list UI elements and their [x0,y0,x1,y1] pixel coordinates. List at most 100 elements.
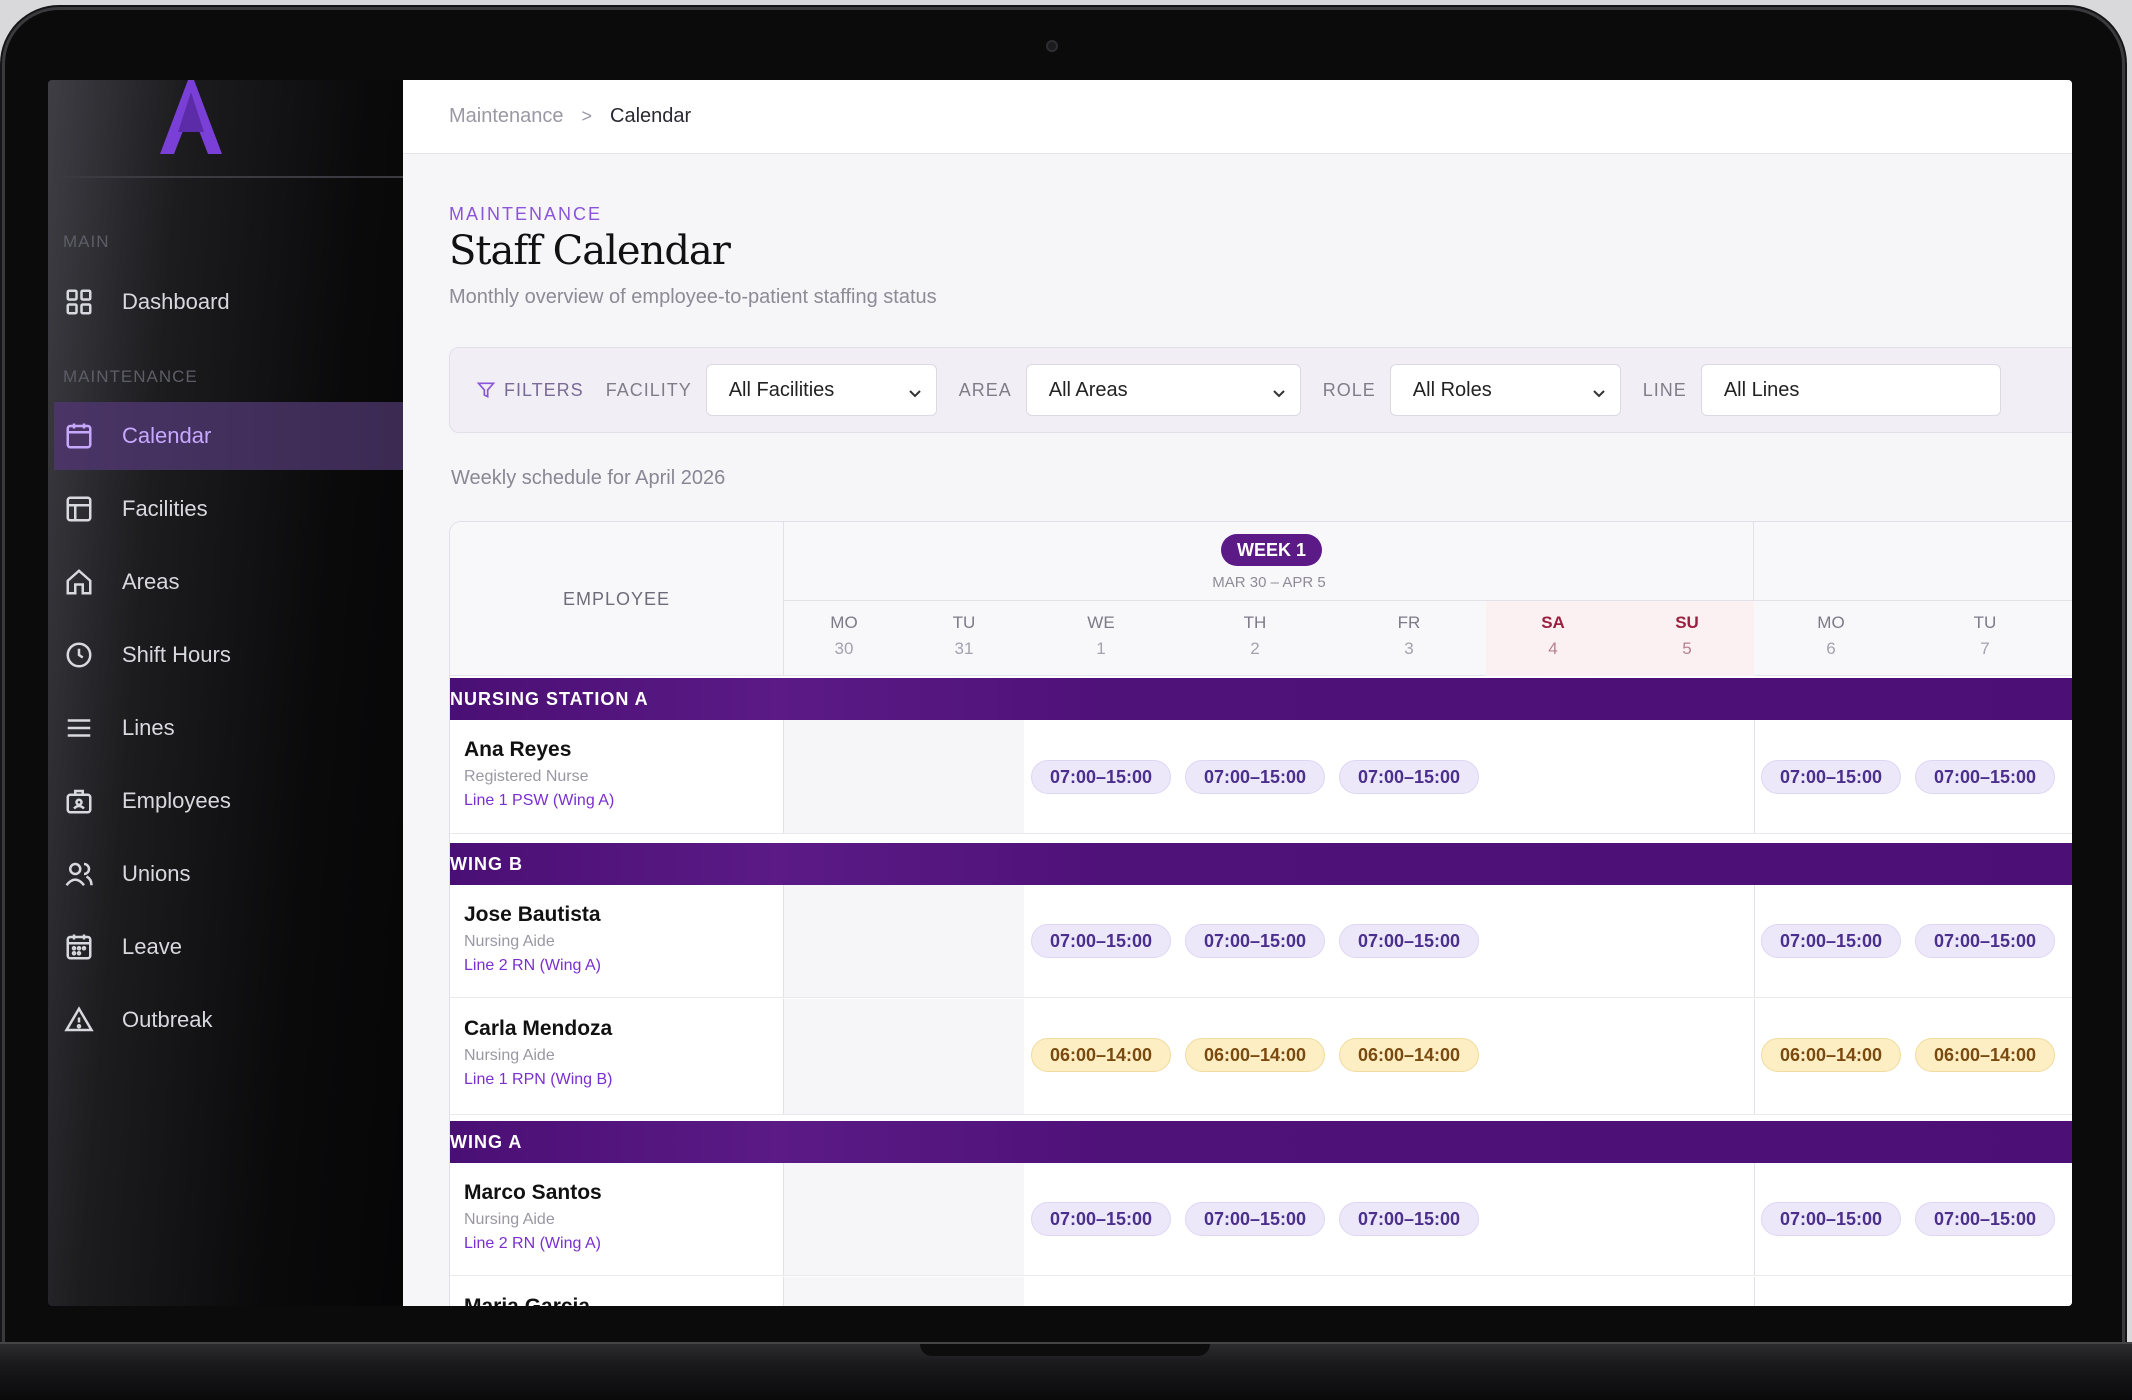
filters-title-label: FILTERS [504,379,584,400]
shift-chip[interactable]: 06:00–14:00 [1185,1038,1325,1072]
chevron-down-icon [1592,383,1606,398]
employee-line-link[interactable]: Line 2 RN (Wing A) [464,957,783,975]
shift-chip[interactable]: 07:00–15:00 [1339,1202,1479,1236]
sidebar-item-outbreak[interactable]: Outbreak [54,986,403,1054]
table-row[interactable]: Jose Bautista Nursing Aide Line 2 RN (Wi… [450,885,2072,998]
employee-name: Jose Bautista [464,903,601,926]
shift-chip[interactable]: 06:00–14:00 [1915,1038,2055,1072]
shift-chip[interactable]: 07:00–15:00 [1185,924,1325,958]
day-header: FR 3 [1397,613,1421,658]
sidebar-item-employees[interactable]: Employees [54,767,403,835]
users-icon [64,859,94,889]
breadcrumb-maintenance-link[interactable]: Maintenance [449,105,564,128]
employee-line-link[interactable]: Line 1 RPN (Wing B) [464,1071,783,1089]
shift-chip[interactable]: 06:00–14:00 [1761,1038,1901,1072]
shift-chip[interactable]: 07:00–15:00 [1761,924,1901,958]
sidebar-item-unions[interactable]: Unions [54,840,403,908]
filters-title: FILTERS [476,380,584,401]
table-row[interactable]: Ana Reyes Registered Nurse Line 1 PSW (W… [450,720,2072,834]
area-select[interactable]: All Areas [1025,364,1301,416]
employee-role: Registered Nurse [464,768,589,785]
employee-name: Maria Garcia [464,1295,783,1306]
schedule-header: EMPLOYEE WEEK 1 MAR 30 – APR 5 MO 30 TU 31… [450,522,2072,676]
chevron-down-icon [1272,383,1286,398]
breadcrumb-current: Calendar [610,105,692,127]
sidebar-item-label: Calendar [122,423,212,448]
sidebar-item-label: Lines [122,715,175,740]
layout-icon [64,494,94,524]
line-select-value: All Lines [1723,378,1800,401]
shift-chip[interactable]: 07:00–15:00 [1761,760,1901,794]
page-title: Staff Calendar [449,228,731,274]
shift-chip[interactable]: 07:00–15:00 [1031,1202,1171,1236]
brand-logo-icon[interactable] [156,80,226,162]
shift-chip[interactable]: 06:00–14:00 [1339,1038,1479,1072]
screen: MAIN Dashboard MAINTENANCE Calendar Faci… [48,80,2072,1306]
shift-chip[interactable]: 06:00–14:00 [1031,1038,1171,1072]
sidebar-item-areas[interactable]: Areas [54,548,403,616]
day-header-weekend: SA 4 [1486,601,1620,676]
main-content: Maintenance > Calendar MAINTENANCE Staff… [403,80,2072,1306]
group-header: NURSING STATION A [450,678,2072,720]
employee-line-link[interactable]: Line 1 PSW (Wing A) [464,792,783,810]
sidebar-section-maintenance: MAINTENANCE [63,367,198,386]
chevron-down-icon [908,383,922,398]
sidebar-item-shift-hours[interactable]: Shift Hours [54,621,403,689]
shift-chip[interactable]: 07:00–15:00 [1915,1202,2055,1236]
employee-line-link[interactable]: Line 2 RN (Wing A) [464,1235,783,1253]
laptop-base [0,1342,2132,1400]
employee-role: Nursing Aide [464,933,555,950]
shift-chip[interactable]: 07:00–15:00 [1339,760,1479,794]
week-range: MAR 30 – APR 5 [1212,574,1326,591]
menu-icon [64,713,94,743]
filter-bar: FILTERS FACILITY All Facilities AREA All… [449,347,2072,433]
sidebar-item-label: Dashboard [122,289,230,314]
employee-cell: Carla Mendoza Nursing Aide Line 1 RPN (W… [450,999,784,1114]
sidebar-item-facilities[interactable]: Facilities [54,475,403,543]
employee-name: Ana Reyes [464,738,572,761]
table-row[interactable]: Carla Mendoza Nursing Aide Line 1 RPN (W… [450,999,2072,1115]
role-label: ROLE [1322,379,1376,400]
schedule-caption: Weekly schedule for April 2026 [451,467,726,489]
employee-role: Nursing Aide [464,1047,555,1064]
schedule-grid: EMPLOYEE WEEK 1 MAR 30 – APR 5 MO 30 TU 31… [449,521,2072,1306]
sidebar-item-leave[interactable]: Leave [54,913,403,981]
day-header: MO 6 [1817,613,1845,658]
table-row[interactable]: Maria Garcia [450,1277,2072,1306]
shift-chip[interactable]: 07:00–15:00 [1185,760,1325,794]
table-row[interactable]: Marco Santos Nursing Aide Line 2 RN (Win… [450,1163,2072,1276]
grid-icon [64,287,94,317]
day-header: WE 1 [1087,613,1115,658]
employee-name: Marco Santos [464,1181,602,1204]
sidebar-item-calendar[interactable]: Calendar [54,402,403,470]
sidebar-item-dashboard[interactable]: Dashboard [54,268,403,336]
sidebar-item-label: Shift Hours [122,642,231,667]
day-header: TU 7 [1973,613,1997,658]
chevron-right-icon: > [581,106,593,126]
group-header: WING B [450,843,2072,885]
page-subtitle: Monthly overview of employee-to-patient … [449,286,937,308]
sidebar-item-label: Leave [122,934,182,959]
sidebar-item-label: Areas [122,569,180,594]
facility-select[interactable]: All Facilities [705,364,937,416]
shift-chip[interactable]: 07:00–15:00 [1761,1202,1901,1236]
shift-chip[interactable]: 07:00–15:00 [1915,760,2055,794]
group-header: WING A [450,1121,2072,1163]
shift-chip[interactable]: 07:00–15:00 [1915,924,2055,958]
shift-chip[interactable]: 07:00–15:00 [1185,1202,1325,1236]
day-header: TU 31 [952,613,976,658]
employee-cell: Jose Bautista Nursing Aide Line 2 RN (Wi… [450,885,784,997]
employee-cell: Maria Garcia [450,1277,784,1306]
sidebar-section-main: MAIN [63,232,110,251]
shift-chip[interactable]: 07:00–15:00 [1031,924,1171,958]
role-select[interactable]: All Roles [1389,364,1621,416]
alert-triangle-icon [64,1005,94,1035]
sidebar-item-lines[interactable]: Lines [54,694,403,762]
line-select[interactable]: All Lines [1700,364,2001,416]
sidebar: MAIN Dashboard MAINTENANCE Calendar Faci… [48,80,403,1306]
shift-chip[interactable]: 07:00–15:00 [1031,760,1171,794]
sidebar-item-label: Unions [122,861,191,886]
shift-chip[interactable]: 07:00–15:00 [1339,924,1479,958]
employee-name: Carla Mendoza [464,1017,613,1040]
area-select-value: All Areas [1048,378,1128,401]
